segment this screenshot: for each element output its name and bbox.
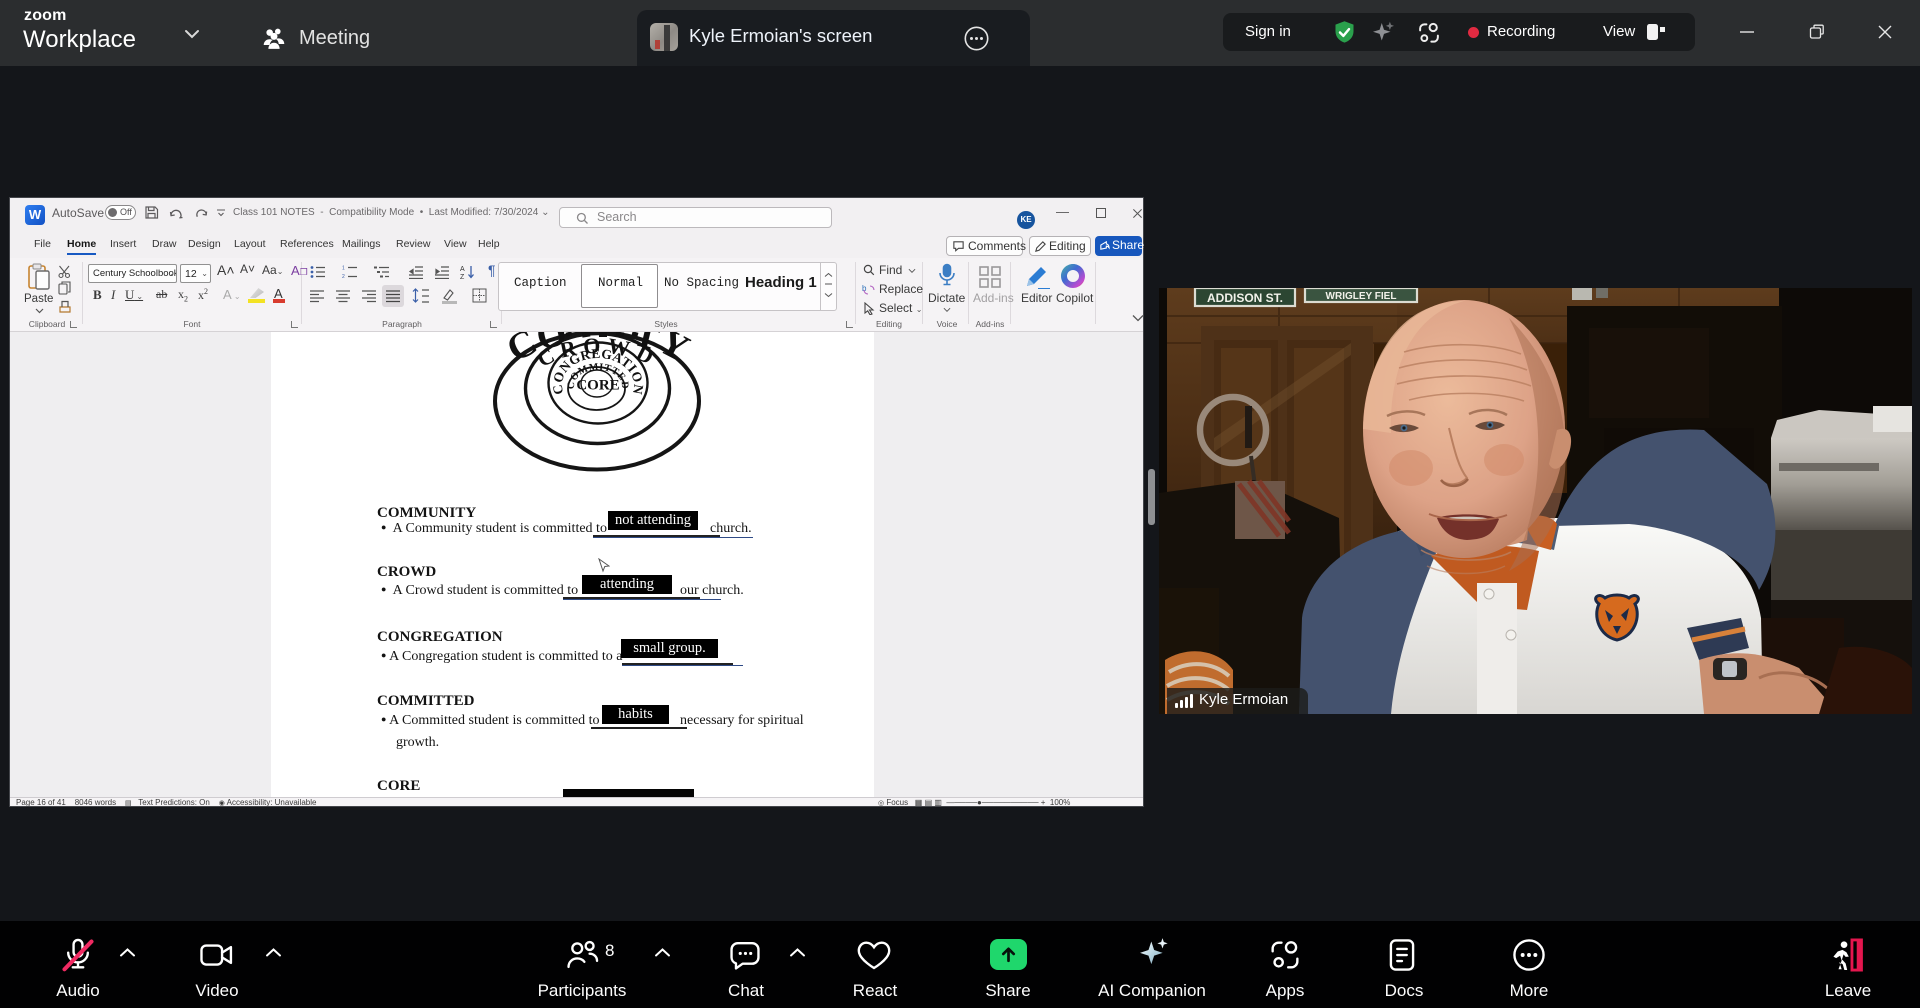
svg-text:2: 2: [342, 274, 345, 279]
svg-text:WRIGLEY FIEL: WRIGLEY FIEL: [1326, 291, 1397, 302]
svg-text:1: 1: [342, 266, 345, 272]
svg-text:A: A: [460, 266, 465, 273]
svg-text:Z: Z: [460, 274, 465, 280]
svg-text:ADDISON ST.: ADDISON ST.: [1207, 291, 1283, 305]
svg-text:CORE: CORE: [576, 378, 619, 394]
